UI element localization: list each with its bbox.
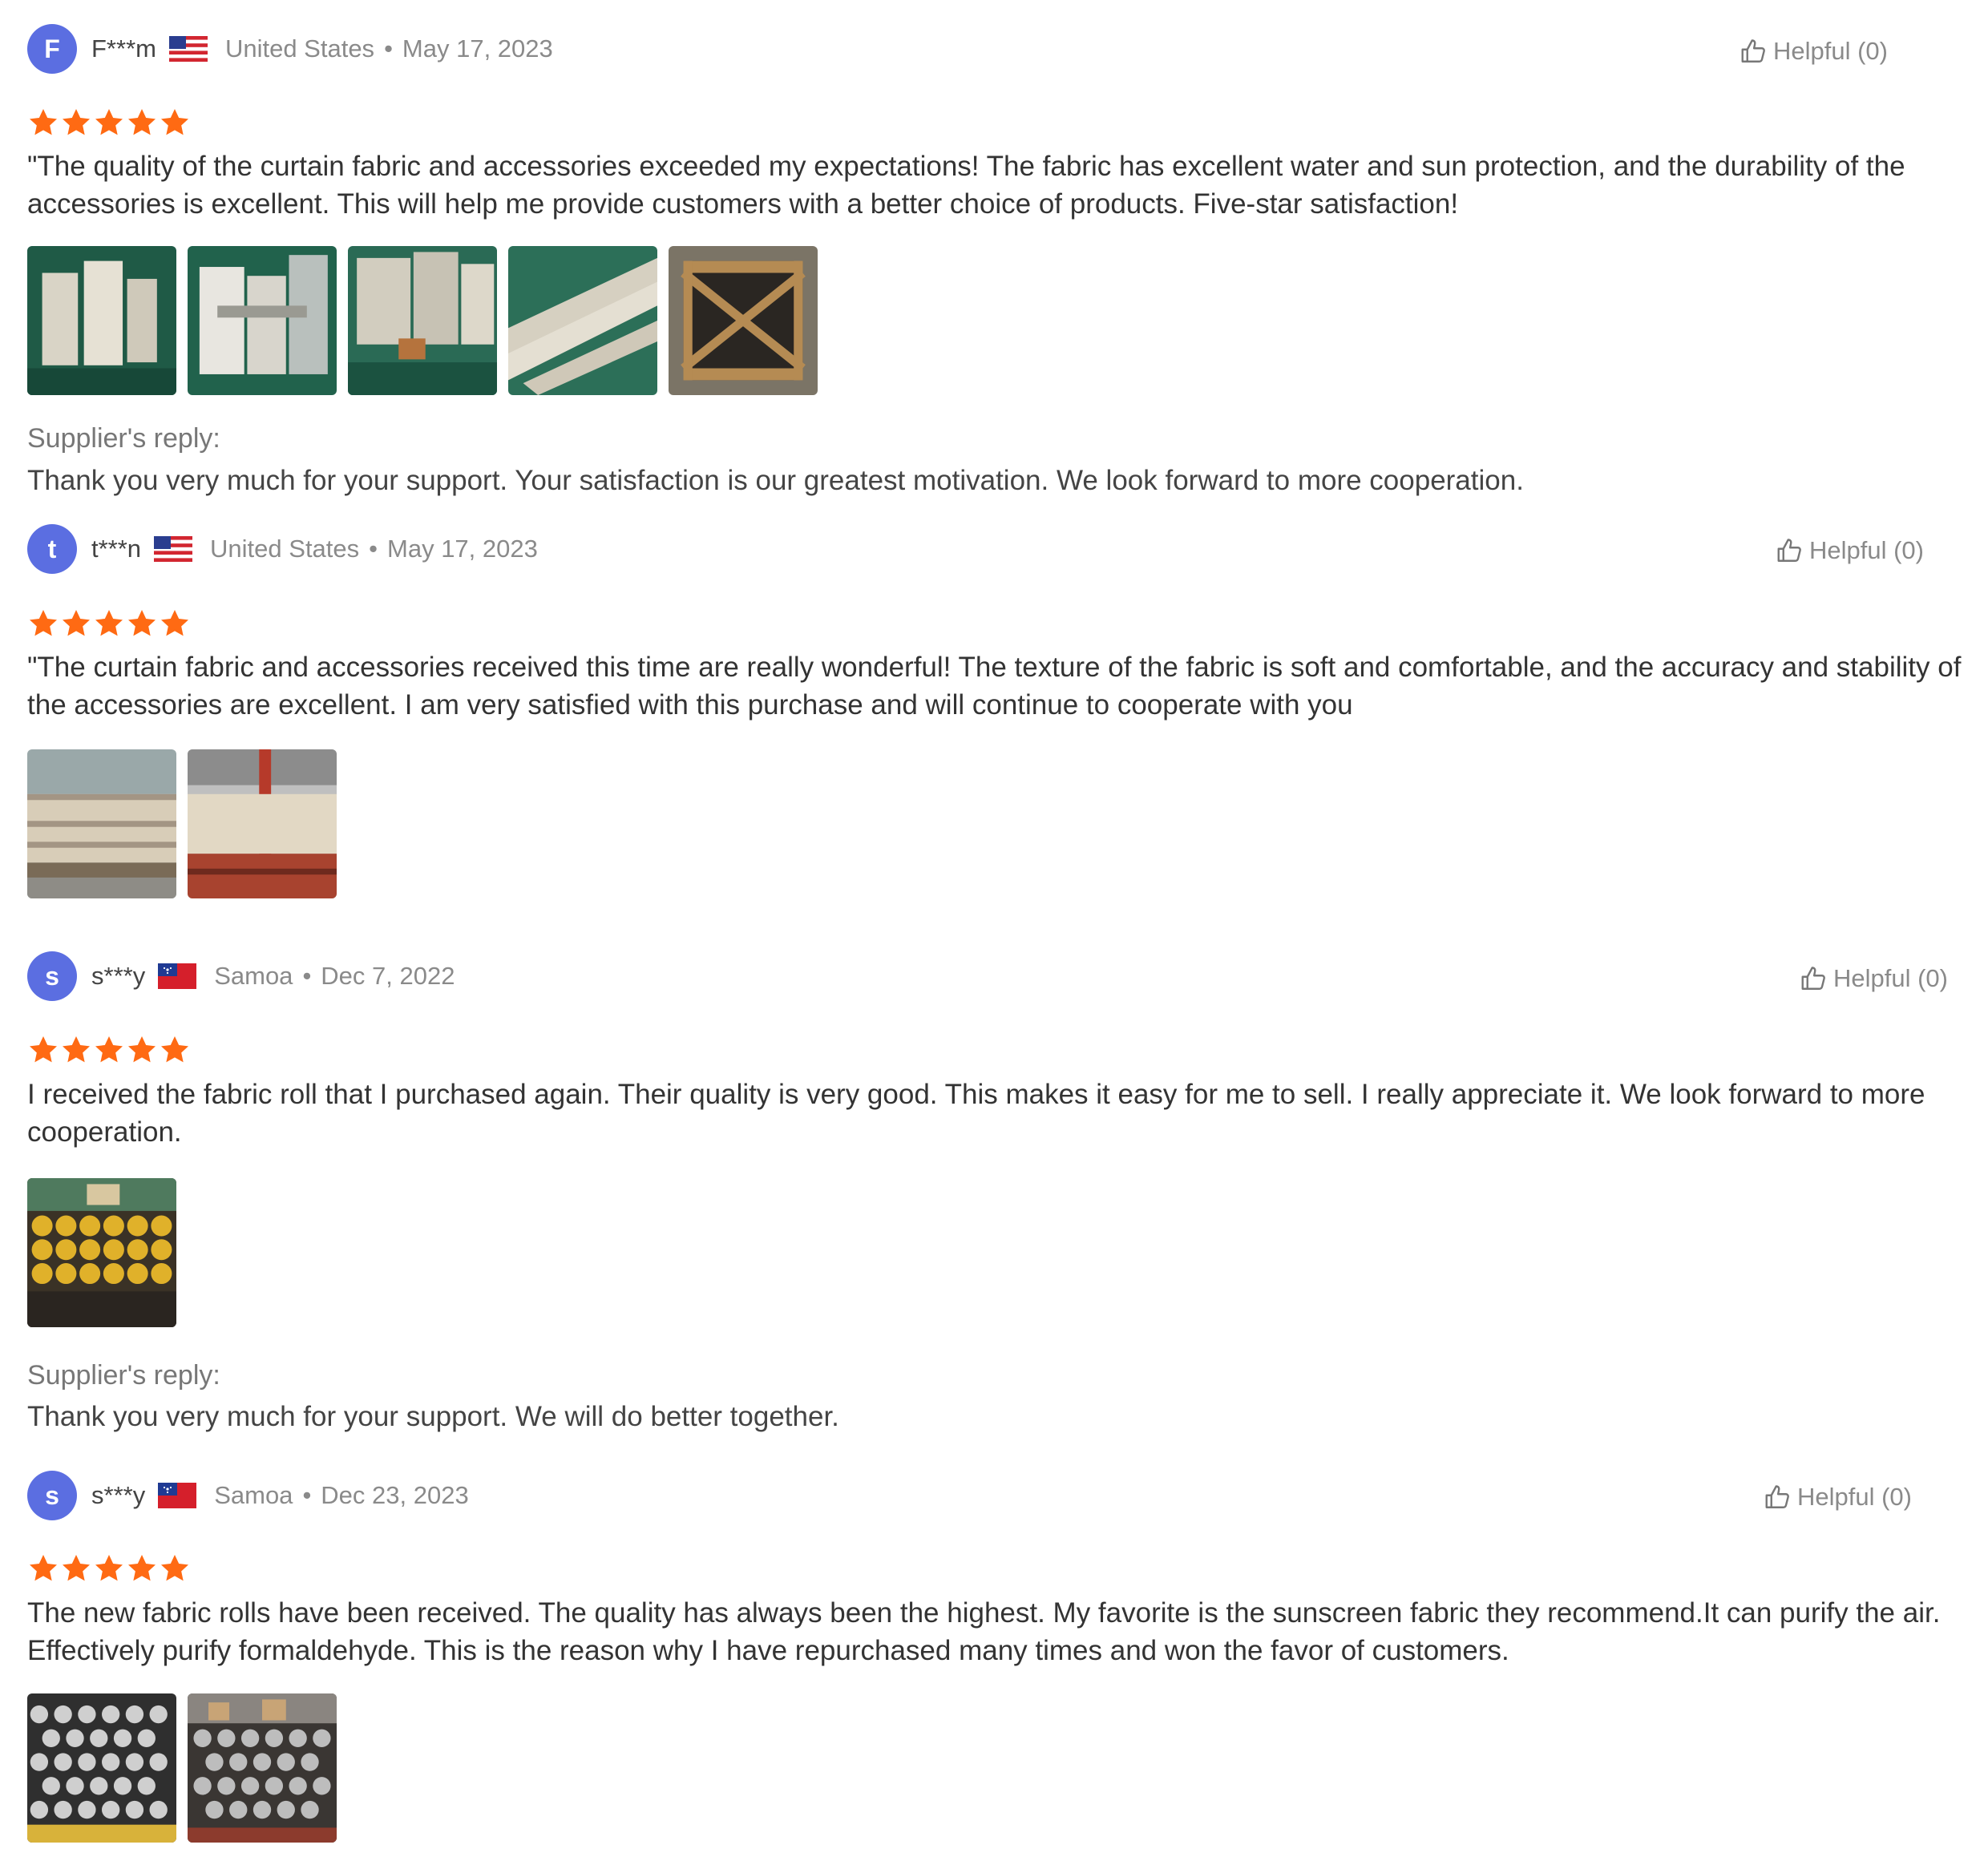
star-icon [27,1552,59,1584]
star-icon [126,107,158,139]
star-rating [27,608,192,643]
helpful-button[interactable]: Helpful (0) [1800,959,1948,999]
review-date: May 17, 2023 [402,34,553,63]
review-text: I received the fabric roll that I purcha… [27,1079,1925,1148]
review-photo[interactable] [188,1693,337,1843]
star-icon [159,1552,191,1584]
helpful-label: Helpful (0) [1797,1483,1912,1511]
thumbs-up-icon [1800,964,1828,993]
review-photo[interactable] [508,246,657,395]
review-header: s s***y Samoa • Dec 7, 2022 [27,948,455,1004]
star-icon [60,1034,92,1066]
star-icon [60,608,92,640]
star-icon [93,1034,125,1066]
avatar: s [27,1471,77,1520]
review-photo[interactable] [27,1693,176,1843]
review-photo[interactable] [669,246,818,395]
star-icon [126,1034,158,1066]
reviewer-country: Samoa [214,962,293,990]
review-text: The new fabric rolls have been received.… [27,1597,1941,1666]
review-date: May 17, 2023 [387,535,538,563]
helpful-label: Helpful (0) [1809,536,1924,564]
review-photo[interactable] [188,246,337,395]
separator-dot: • [384,34,393,63]
review-date: Dec 23, 2023 [321,1481,469,1509]
star-icon [159,608,191,640]
star-icon [93,1552,125,1584]
review-photos [27,1693,348,1843]
separator-dot: • [369,535,378,563]
reviewer-country: United States [224,34,375,63]
review-text: "The curtain fabric and accessories rece… [27,652,1962,721]
reviewer-country: Samoa [214,1481,293,1509]
helpful-label: Helpful (0) [1773,37,1888,65]
star-rating [27,1034,192,1069]
us-flag-icon [169,36,208,62]
supplier-reply-text: Thank you very much for your support. Yo… [27,465,1524,496]
review-photos [27,1178,188,1327]
reviewer-name: F***m [91,34,156,63]
review-photos [27,246,829,395]
separator-dot: • [302,962,312,990]
helpful-button[interactable]: Helpful (0) [1776,531,1924,571]
star-icon [27,107,59,139]
samoa-flag-icon [158,963,196,989]
star-icon [60,1552,92,1584]
us-flag-icon [154,536,192,562]
helpful-button[interactable]: Helpful (0) [1764,1477,1912,1517]
review-header: t t***n United States • May 17, 2023 [27,521,538,577]
review-photo[interactable] [27,1178,176,1327]
separator-dot: • [302,1481,312,1509]
avatar: t [27,524,77,574]
reviews-page: F F***m United States • May 17, 2023 Hel… [0,0,1988,1869]
helpful-label: Helpful (0) [1833,964,1948,992]
supplier-reply-text: Thank you very much for your support. We… [27,1401,839,1432]
star-icon [159,107,191,139]
review-photos [27,749,348,898]
thumbs-up-icon [1776,536,1804,565]
thumbs-up-icon [1740,37,1768,66]
star-icon [93,608,125,640]
star-rating [27,107,192,142]
samoa-flag-icon [158,1483,196,1508]
thumbs-up-icon [1764,1483,1792,1512]
avatar: F [27,24,77,74]
supplier-reply-label: Supplier's reply: [27,423,220,454]
review-text: "The quality of the curtain fabric and a… [27,151,1905,220]
star-icon [27,1034,59,1066]
star-icon [93,107,125,139]
reviewer-name: t***n [91,535,142,563]
reviewer-name: s***y [91,962,146,990]
star-icon [159,1034,191,1066]
review-photo[interactable] [188,749,337,898]
reviewer-country: United States [210,535,360,563]
review-photo[interactable] [27,749,176,898]
reviewer-name: s***y [91,1481,146,1509]
helpful-button[interactable]: Helpful (0) [1740,31,1888,71]
review-header: s s***y Samoa • Dec 23, 2023 [27,1467,469,1524]
star-icon [126,1552,158,1584]
review-date: Dec 7, 2022 [321,962,455,990]
star-icon [126,608,158,640]
star-rating [27,1552,192,1588]
avatar: s [27,951,77,1001]
review-photo[interactable] [348,246,497,395]
star-icon [60,107,92,139]
review-header: F F***m United States • May 17, 2023 [27,21,553,77]
review-photo[interactable] [27,246,176,395]
star-icon [27,608,59,640]
supplier-reply-label: Supplier's reply: [27,1360,220,1391]
